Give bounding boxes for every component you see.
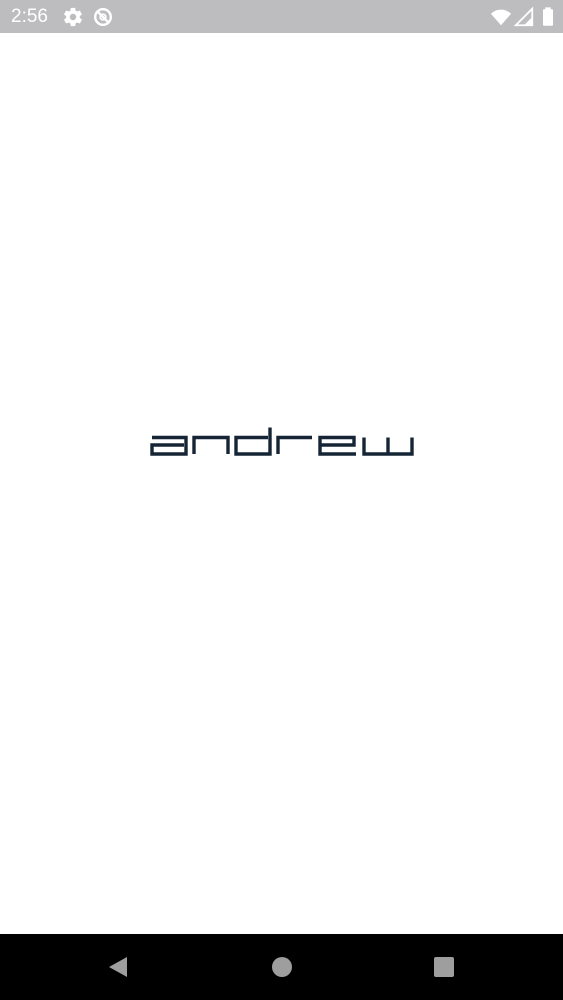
status-bar: 2:56 bbox=[0, 0, 563, 33]
home-icon[interactable] bbox=[268, 953, 296, 981]
splash-content bbox=[0, 33, 563, 934]
gear-icon bbox=[62, 6, 84, 28]
andrew-logo bbox=[150, 426, 414, 456]
wifi-icon bbox=[490, 6, 512, 28]
back-icon[interactable] bbox=[104, 953, 132, 981]
battery-icon bbox=[537, 6, 559, 28]
recents-icon[interactable] bbox=[430, 953, 458, 981]
signal-icon bbox=[513, 6, 535, 28]
splash-screen: 2:56 bbox=[0, 0, 563, 1000]
status-time: 2:56 bbox=[11, 6, 48, 27]
navigation-bar bbox=[0, 934, 563, 1000]
do-not-disturb-icon bbox=[92, 6, 114, 28]
